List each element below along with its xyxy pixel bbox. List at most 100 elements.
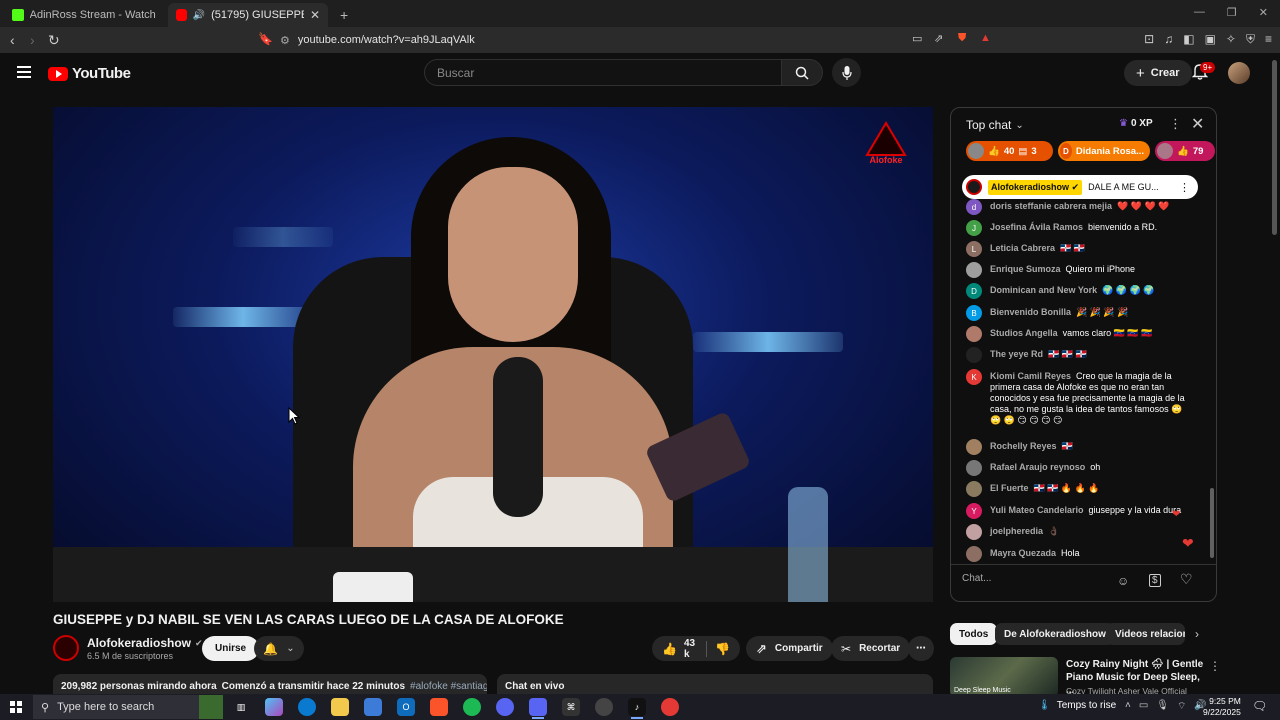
like-button[interactable]: 👍 43 k [662,638,698,660]
app-red-icon[interactable] [661,698,679,716]
chat-author[interactable]: Yuli Mateo Candelario [990,505,1084,515]
ticker-item[interactable]: D Didania Rosa... [1058,141,1150,161]
task-view-icon[interactable]: ▥ [232,698,250,716]
chat-author[interactable]: Enrique Sumoza [990,264,1061,274]
youtube-logo[interactable]: YouTube [48,65,131,82]
browser-tab-kick[interactable]: AdinRoss Stream - Watch Live on Kic [4,3,164,27]
heart-icon[interactable]: ♡ [1180,571,1193,588]
screenshot-icon[interactable]: ⊡ [1144,32,1154,47]
channel-name[interactable]: Alofokeradioshow ✔ [87,636,203,650]
more-actions-button[interactable]: ⋯ [908,636,934,661]
avatar[interactable]: K [966,369,982,385]
avatar[interactable] [966,524,982,540]
outlook-icon[interactable]: O [397,698,415,716]
chat-author[interactable]: Kiomi Camil Reyes [990,371,1071,381]
tiktok-icon[interactable]: ♪ [628,698,646,719]
chat-author[interactable]: El Fuerte [990,483,1029,493]
avatar[interactable] [966,326,982,342]
avatar[interactable] [966,546,982,562]
avatar[interactable] [966,460,982,476]
chat-more-options-icon[interactable]: ⋮ [1169,116,1182,132]
emoji-icon[interactable]: ☺ [1117,574,1129,588]
ticker-item[interactable]: 👍 79 [1155,141,1215,161]
chat-message[interactable]: Rafael Araujo reynoso oh [966,460,1196,476]
chip-related[interactable]: Videos relacion [1106,623,1185,645]
chat-scrollbar[interactable] [1210,488,1214,558]
chat-message[interactable]: Rochelly Reyes 🇩🇴 [966,439,1196,455]
edge-icon[interactable] [298,698,316,716]
bookmark-icon[interactable]: 🔖 [258,32,273,46]
recommendation-thumbnail[interactable]: Deep Sleep Music [950,657,1058,697]
chat-message[interactable]: L Leticia Cabrera 🇩🇴 🇩🇴 [966,241,1196,257]
chat-message[interactable]: The yeye Rd 🇩🇴 🇩🇴 🇩🇴 [966,347,1196,363]
page-scrollbar[interactable] [1272,60,1277,235]
avatar[interactable] [966,262,982,278]
share-page-icon[interactable]: ⇗ [934,32,943,45]
chat-message[interactable]: Mayra Quezada Hola [966,546,1196,562]
avatar[interactable]: J [966,220,982,236]
clip-button[interactable]: ✂ Recortar [831,636,911,661]
brave-rewards-icon[interactable]: ▲ [980,32,991,44]
ticker-item[interactable]: 👍 40 ▤ 3 [966,141,1053,161]
chip-from-channel[interactable]: De Alofokeradioshow [995,623,1115,645]
chat-message[interactable]: B Bienvenido Bonilla 🎉 🎉 🎉 🎉 [966,305,1196,321]
voice-search-button[interactable] [832,58,861,87]
chat-author[interactable]: Rochelly Reyes [990,441,1057,451]
brave-icon[interactable] [430,698,448,716]
avatar[interactable]: B [966,305,982,321]
avatar[interactable]: Y [966,503,982,519]
copilot-icon[interactable] [265,698,283,716]
hamburger-menu-icon[interactable] [17,66,31,78]
wifi-icon[interactable]: ⌔ [1177,700,1186,713]
chat-message[interactable]: El Fuerte 🇩🇴 🇩🇴 🔥 🔥 🔥 [966,481,1196,497]
file-explorer-icon[interactable] [331,698,349,716]
close-tab-icon[interactable]: ✕ [310,8,320,22]
chat-message[interactable]: D Dominican and New York 🌍 🌍 🌍 🌍 [966,283,1196,299]
chat-message[interactable]: joelpheredia 👌🏿 [966,524,1196,540]
more-vertical-icon[interactable]: ⋮ [1209,659,1221,673]
cast-icon[interactable]: ▭ [912,32,922,45]
back-icon[interactable]: ‹ [10,32,15,48]
chat-input[interactable]: Chat... [962,573,1112,584]
site-info-icon[interactable]: ⚙ [280,34,290,47]
restore-button[interactable]: ❐ [1227,6,1237,19]
more-vertical-icon[interactable]: ⋮ [1179,181,1190,194]
leo-ai-icon[interactable]: ✧ [1226,32,1236,47]
join-button[interactable]: Unirse [202,636,260,661]
search-button[interactable] [781,59,823,86]
taskbar-clock[interactable]: 9:25 PM 9/22/2025 [1203,696,1241,718]
brave-shield-icon[interactable]: ⛊ [958,32,966,45]
chat-message[interactable]: Enrique Sumoza Quiero mi iPhone [966,262,1196,278]
video-player[interactable]: Alofoke [53,107,933,602]
chat-author[interactable]: joelpheredia [990,526,1043,536]
avatar[interactable]: d [966,199,982,215]
minimize-button[interactable]: — [1194,6,1205,19]
hashtags[interactable]: #alofoke #santiagomatias [410,681,487,692]
obs-icon[interactable] [595,698,613,716]
chat-author[interactable]: Mayra Quezada [990,548,1056,558]
avatar[interactable]: L [966,241,982,257]
menu-icon[interactable]: ≡ [1265,32,1272,47]
url-field[interactable]: ⚙ youtube.com/watch?v=ah9JLaqVAlk [280,30,1000,50]
vpn-icon[interactable]: ⛨ [1246,32,1255,47]
create-button[interactable]: + Crear [1124,60,1192,86]
pinned-message[interactable]: Alofokeradioshow ✔ DALE A ME GU... ⋮ [962,175,1198,199]
chat-author[interactable]: Bienvenido Bonilla [990,307,1071,317]
terminal-icon[interactable]: ⌘ [562,698,580,716]
share-button[interactable]: ⇗ Compartir [746,636,833,661]
notification-center-icon[interactable]: 🗨 [1252,699,1267,713]
spotify-icon[interactable] [463,698,481,716]
chat-author[interactable]: Rafael Araujo reynoso [990,462,1085,472]
chevron-up-icon[interactable]: ˄ [1125,700,1131,713]
close-chat-icon[interactable]: ✕ [1191,114,1204,134]
chat-author[interactable]: Studios Angella [990,328,1058,338]
taskbar-search-input[interactable]: ⚲ Type here to search [33,695,223,719]
thumbs-down-icon[interactable]: 👎 [715,642,730,656]
browser-tab-youtube[interactable]: 🔊 (51795) GIUSEPPE y DJ NABIL ✕ [168,3,328,27]
avatar[interactable] [966,439,982,455]
chat-author[interactable]: Leticia Cabrera [990,243,1055,253]
super-chat-icon[interactable]: $ [1149,574,1161,587]
sidebar-icon[interactable]: ◧ [1183,32,1194,47]
chat-message[interactable]: J Josefina Ávila Ramos bienvenido a RD. [966,220,1196,236]
chat-message[interactable]: Studios Angella vamos claro 🇻🇪 🇻🇪 🇻🇪 [966,326,1196,342]
